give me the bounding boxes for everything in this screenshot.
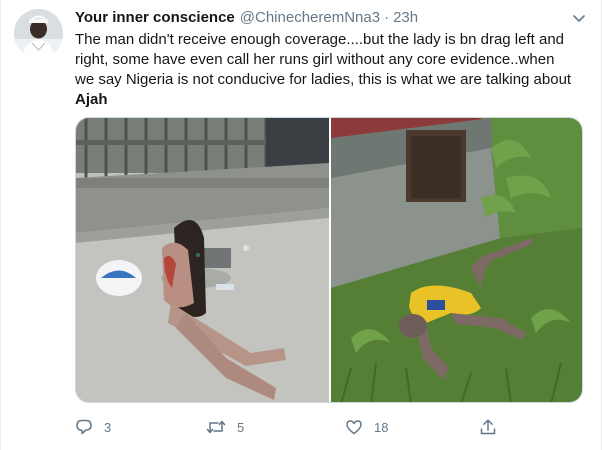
- tweet-header: Your inner conscience @ChinecheremNna3 ·…: [75, 8, 418, 28]
- reply-count: 3: [104, 419, 112, 435]
- author-handle[interactable]: @ChinecheremNna3: [240, 8, 380, 28]
- reply-icon: [75, 418, 93, 436]
- retweet-button[interactable]: 5: [206, 416, 244, 438]
- reply-button[interactable]: 3: [75, 416, 111, 438]
- like-button[interactable]: 18: [345, 416, 388, 438]
- share-icon: [479, 418, 497, 436]
- tweet-timestamp[interactable]: 23h: [393, 8, 418, 28]
- tweet-actions: 3 5 18: [75, 416, 575, 438]
- header-separator: ·: [384, 9, 390, 26]
- share-button[interactable]: [479, 416, 497, 438]
- author-display-name[interactable]: Your inner conscience: [75, 8, 235, 28]
- heart-icon: [345, 418, 363, 436]
- avatar[interactable]: [14, 9, 63, 58]
- photo-man-grass[interactable]: [331, 118, 582, 402]
- tweet-text: The man didn't receive enough coverage..…: [75, 30, 575, 110]
- tweet-body: The man didn't receive enough coverage..…: [75, 31, 572, 88]
- retweet-count: 5: [237, 419, 245, 435]
- like-count: 18: [374, 419, 389, 435]
- chevron-down-icon[interactable]: [571, 10, 587, 26]
- tweet-card[interactable]: Your inner conscience @ChinecheremNna3 ·…: [0, 0, 602, 450]
- photo-woman-street[interactable]: [76, 118, 329, 402]
- tweet-place-tag: Ajah: [75, 91, 108, 108]
- tweet-media[interactable]: [75, 117, 583, 403]
- retweet-icon: [206, 418, 226, 436]
